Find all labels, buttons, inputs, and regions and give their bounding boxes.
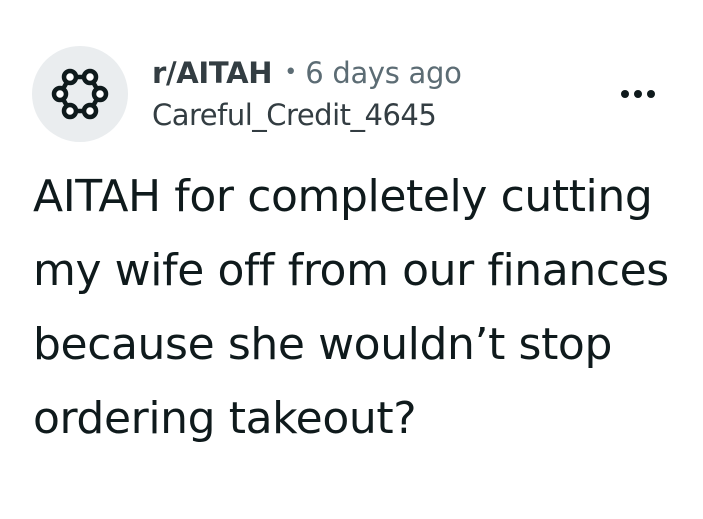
post-title[interactable]: AITAH for completely cutting my wife off… [33,160,673,456]
meta-separator: • [284,59,298,85]
community-network-icon [50,64,110,124]
more-options-button[interactable] [616,82,660,106]
subreddit-avatar[interactable] [32,46,128,142]
more-options-icon-dot [647,90,655,98]
post-card: r/AITAH • 6 days ago Careful_Credit_4645… [0,0,703,519]
post-meta: r/AITAH • 6 days ago Careful_Credit_4645 [152,52,592,132]
subreddit-link[interactable]: r/AITAH [152,56,273,90]
more-options-icon-dot [621,90,629,98]
post-meta-line: r/AITAH • 6 days ago [152,52,592,94]
post-header: r/AITAH • 6 days ago Careful_Credit_4645 [32,46,672,142]
post-timestamp: 6 days ago [305,56,462,90]
more-options-icon-dot [634,90,642,98]
author-link[interactable]: Careful_Credit_4645 [152,98,592,132]
